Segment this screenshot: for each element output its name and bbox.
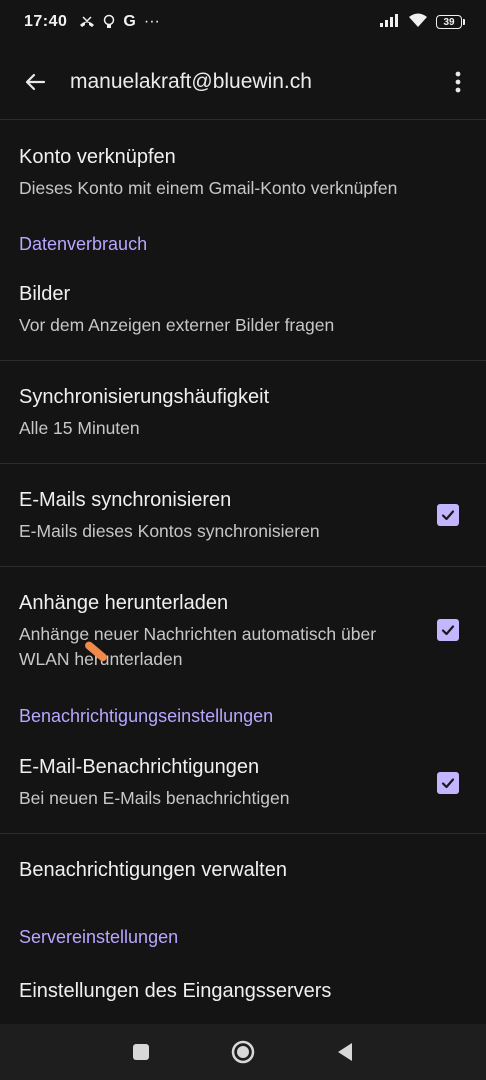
circle-icon [231, 1040, 255, 1064]
pref-subtitle: Dieses Konto mit einem Gmail-Konto verkn… [19, 178, 398, 198]
pref-title: E-Mail-Benachrichtigungen [19, 756, 260, 778]
google-icon: G [123, 13, 136, 30]
pref-email-notifications[interactable]: E-Mail-Benachrichtigungen Bei neuen E-Ma… [0, 727, 486, 833]
recents-button[interactable] [121, 1032, 161, 1072]
section-header-server: Servereinstellungen [19, 927, 179, 947]
back-nav-button[interactable] [325, 1032, 365, 1072]
bulb-icon [103, 14, 115, 30]
navigation-bar [0, 1024, 486, 1080]
email-notifications-checkbox[interactable] [437, 772, 459, 794]
pref-subtitle: Alle 15 Minuten [19, 418, 140, 438]
more-options-button[interactable] [430, 44, 486, 120]
pref-incoming-server[interactable]: Einstellungen des Eingangsservers [0, 948, 486, 1004]
battery-icon: 39 [436, 15, 465, 29]
pref-title: Anhänge herunterladen [19, 592, 229, 614]
pref-subtitle: Vor dem Anzeigen externer Bilder fragen [19, 315, 335, 335]
more-notifications-icon: ··· [143, 13, 160, 30]
pref-link-account[interactable]: Konto verknüpfen Dieses Konto mit einem … [0, 121, 486, 201]
arrow-left-icon [25, 73, 46, 90]
check-icon [441, 778, 455, 789]
sync-emails-checkbox[interactable] [437, 504, 459, 526]
pref-subtitle: Bei neuen E-Mails benachrichtigen [19, 788, 290, 808]
more-vert-icon [455, 71, 461, 92]
check-icon [441, 510, 455, 521]
triangle-back-icon [338, 1043, 352, 1061]
back-button[interactable] [0, 44, 70, 120]
home-button[interactable] [223, 1032, 263, 1072]
pref-manage-notifications[interactable]: Benachrichtigungen verwalten [0, 834, 486, 905]
pref-sync-emails[interactable]: E-Mails synchronisieren E-Mails dieses K… [0, 464, 486, 566]
pref-title: Konto verknüpfen [19, 146, 176, 168]
settings-list[interactable]: Konto verknüpfen Dieses Konto mit einem … [0, 121, 486, 1024]
app-bar: manuelakraft@bluewin.ch [0, 44, 486, 120]
check-icon [441, 625, 455, 636]
pref-subtitle: E-Mails dieses Kontos synchronisieren [19, 521, 320, 541]
section-header-notifications: Benachrichtigungseinstellungen [19, 706, 274, 726]
account-title: manuelakraft@bluewin.ch [70, 69, 312, 93]
pref-title: Bilder [19, 283, 71, 305]
download-attachments-checkbox[interactable] [437, 619, 459, 641]
pref-download-attachments[interactable]: Anhänge herunterladen Anhänge neuer Nach… [0, 567, 486, 672]
pref-title: E-Mails synchronisieren [19, 489, 232, 511]
pref-title: Synchronisierungshäufigkeit [19, 386, 270, 408]
pref-images[interactable]: Bilder Vor dem Anzeigen externer Bilder … [0, 255, 486, 360]
square-icon [133, 1044, 149, 1060]
status-time: 17:40 [24, 13, 68, 30]
status-bar: 17:40 G ··· 39 [0, 0, 486, 44]
pref-sync-frequency[interactable]: Synchronisierungshäufigkeit Alle 15 Minu… [0, 361, 486, 463]
pref-title: Benachrichtigungen verwalten [19, 859, 287, 881]
pref-title: Einstellungen des Eingangsservers [19, 980, 332, 1002]
section-header-data-usage: Datenverbrauch [19, 234, 148, 254]
signal-icon [380, 13, 400, 32]
missed-call-icon [79, 15, 95, 29]
wifi-icon [408, 12, 428, 33]
